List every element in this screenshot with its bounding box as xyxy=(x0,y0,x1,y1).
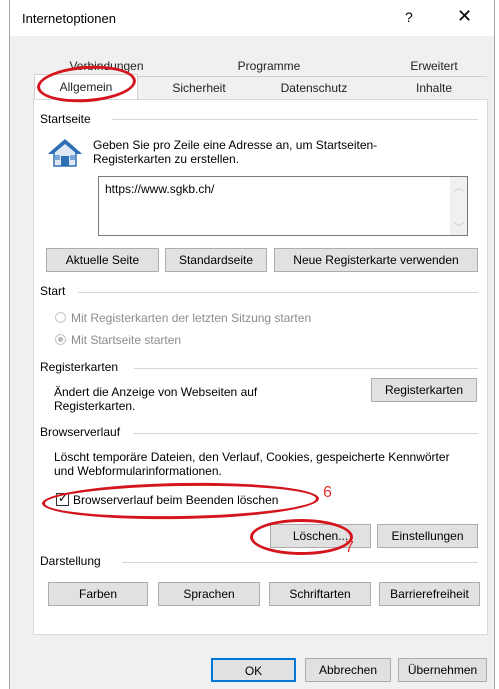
history-settings-button[interactable]: Einstellungen xyxy=(377,524,478,548)
ok-button[interactable]: OK xyxy=(211,658,296,682)
tabs-settings-button[interactable]: Registerkarten xyxy=(371,378,477,402)
apply-button[interactable]: Übernehmen xyxy=(398,658,487,682)
registerkarten-header: Registerkarten xyxy=(40,360,119,374)
home-icon xyxy=(47,138,83,171)
radio-last-session-label: Mit Registerkarten der letzten Sitzung s… xyxy=(71,311,312,325)
tab-inhalte[interactable]: Inhalte xyxy=(384,79,484,97)
divider xyxy=(122,562,478,563)
annotation-ellipse-delete xyxy=(250,519,353,555)
radio-homepage-label: Mit Startseite starten xyxy=(71,333,182,347)
scroll-up-icon[interactable]: ︿ xyxy=(454,179,464,194)
general-tab-panel: Startseite Geben Sie pro Zeile eine Adre… xyxy=(33,99,488,635)
tab-datenschutz[interactable]: Datenschutz xyxy=(256,79,372,97)
colors-button[interactable]: Farben xyxy=(48,582,148,606)
current-page-button[interactable]: Aktuelle Seite xyxy=(46,248,159,272)
start-header: Start xyxy=(40,284,66,298)
window-title: Internetoptionen xyxy=(22,11,116,26)
default-page-button[interactable]: Standardseite xyxy=(165,248,267,272)
title-bar: Internetoptionen ? ✕ xyxy=(10,0,494,36)
close-button[interactable]: ✕ xyxy=(457,6,472,27)
tab-sicherheit[interactable]: Sicherheit xyxy=(144,79,254,97)
internet-options-dialog: Internetoptionen ? ✕ Verbindungen Progra… xyxy=(9,0,495,689)
tab-erweitert[interactable]: Erweitert xyxy=(394,57,474,75)
browserverlauf-description: Löscht temporäre Dateien, den Verlauf, C… xyxy=(54,450,450,478)
divider xyxy=(134,368,478,369)
divider xyxy=(112,119,478,120)
darstellung-header: Darstellung xyxy=(40,554,101,568)
radio-last-session[interactable] xyxy=(55,312,66,323)
textarea-scrollbar[interactable]: ︿ ﹀ xyxy=(450,177,467,235)
radio-homepage[interactable] xyxy=(55,334,66,345)
scroll-down-icon[interactable]: ﹀ xyxy=(454,219,464,234)
startseite-description: Geben Sie pro Zeile eine Adresse an, um … xyxy=(93,138,378,166)
homepage-url-value: https://www.sgkb.ch/ xyxy=(105,182,215,196)
languages-button[interactable]: Sprachen xyxy=(158,582,260,606)
startseite-header: Startseite xyxy=(40,112,91,126)
divider xyxy=(78,292,478,293)
tab-programme[interactable]: Programme xyxy=(214,57,324,75)
browserverlauf-header: Browserverlauf xyxy=(40,425,121,439)
divider xyxy=(133,433,478,434)
new-tab-button[interactable]: Neue Registerkarte verwenden xyxy=(274,248,478,272)
homepage-url-textarea[interactable]: https://www.sgkb.ch/ ︿ ﹀ xyxy=(98,176,468,236)
help-button[interactable]: ? xyxy=(405,9,413,25)
cancel-button[interactable]: Abbrechen xyxy=(305,658,391,682)
annotation-number-7: 7 xyxy=(345,539,354,556)
fonts-button[interactable]: Schriftarten xyxy=(269,582,371,606)
accessibility-button[interactable]: Barrierefreiheit xyxy=(379,582,480,606)
registerkarten-description: Ändert die Anzeige von Webseiten auf Reg… xyxy=(54,385,258,413)
annotation-number-6: 6 xyxy=(323,484,332,501)
